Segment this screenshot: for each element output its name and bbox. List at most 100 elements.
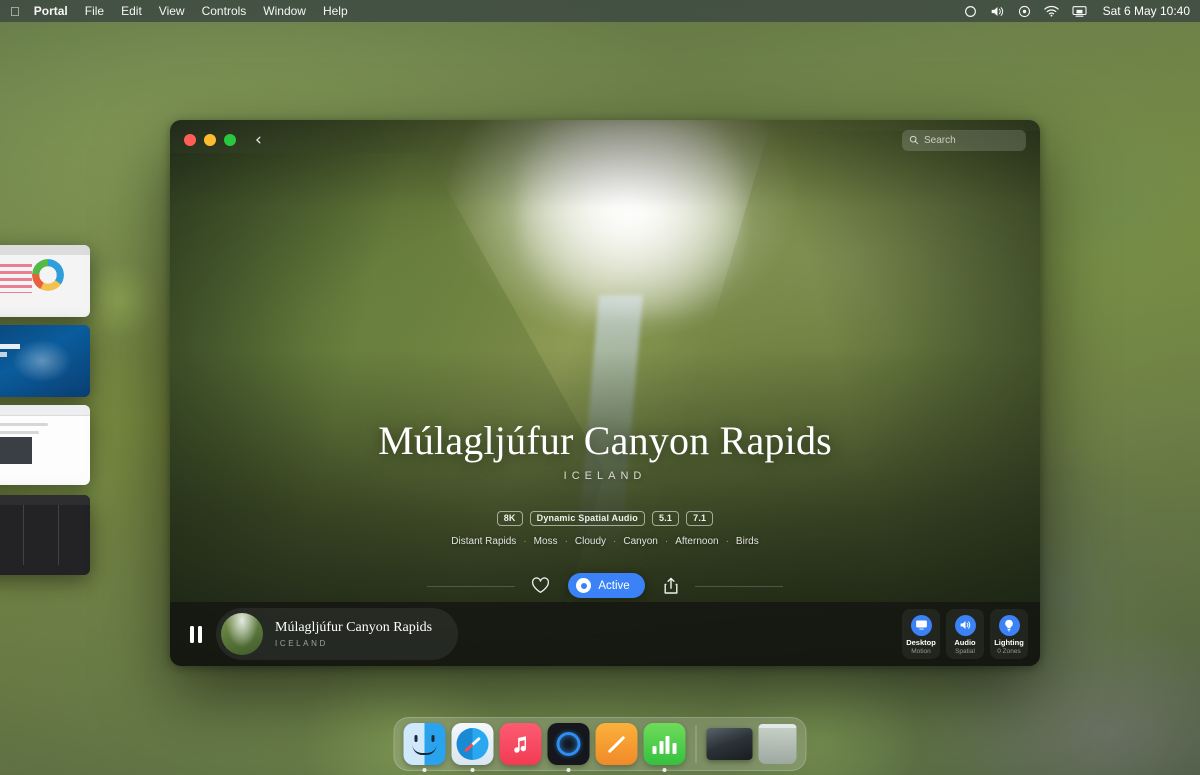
apple-logo-icon[interactable]:  [10,5,20,18]
tag-separator: · [523,536,527,547]
tile-label: Lighting [994,637,1024,647]
badge-51: 5.1 [652,511,680,526]
preview-donut-chart [32,259,65,292]
dock [393,717,807,772]
tag-item: Afternoon [675,536,719,547]
dock-item-numbers[interactable] [643,723,686,772]
tile-sublabel: 0 Zones [997,648,1021,655]
dock-item-safari[interactable] [451,723,494,772]
finder-face [403,723,446,765]
pen-icon [607,735,626,753]
window-preview [0,405,90,485]
environment-hero: Múlagljúfur Canyon Rapids ICELAND 8K Dyn… [170,120,1040,666]
tile-sublabel: Spatial [955,648,975,655]
dock-item-notes[interactable] [595,723,638,765]
hero-action-row: Active [427,573,784,598]
share-icon[interactable] [663,577,679,595]
now-playing-bar: Múlagljúfur Canyon Rapids ICELAND Deskto… [170,602,1040,666]
tile-sublabel: Motion [911,648,931,655]
status-badge-active[interactable]: Active [568,573,645,598]
menu-item-controls[interactable]: Controls [202,4,247,18]
now-playing-card[interactable]: Múlagljúfur Canyon Rapids ICELAND [216,608,459,660]
tag-item: Birds [735,536,759,547]
minimized-window-keynote[interactable] [0,325,90,397]
menu-item-file[interactable]: File [85,4,104,18]
menu-item-portal[interactable]: Portal [34,4,68,18]
record-dot-icon [576,578,592,593]
tile-label: Audio [954,637,976,647]
tile-desktop[interactable]: Desktop Motion [902,609,940,659]
now-playing-text: Múlagljúfur Canyon Rapids ICELAND [275,620,432,647]
badge-spatial-audio: Dynamic Spatial Audio [529,511,646,526]
menubar-status-area: Sat 6 May 10:40 [964,4,1190,18]
now-playing-subtitle: ICELAND [275,638,328,648]
minimized-window-numbers[interactable] [0,245,90,317]
display-icon [910,614,932,636]
portal-app-window: ‹ Search Múlagljúfur Canyon Rapids ICELA… [170,120,1040,666]
dock-minimized-window[interactable] [706,728,753,760]
tile-lighting[interactable]: Lighting 0 Zones [990,609,1028,659]
minimized-window-safari[interactable] [0,405,90,485]
dock-item-portal[interactable] [547,723,590,772]
speaker-icon [954,614,976,636]
volume-icon[interactable] [990,5,1005,18]
compass-dial [456,728,489,760]
screen-mirroring-icon[interactable] [1072,5,1087,18]
trash-icon[interactable] [758,724,797,764]
tag-separator: · [613,536,617,547]
badge-71: 7.1 [686,511,714,526]
tag-separator: · [725,536,729,547]
focus-circle-icon[interactable] [964,5,977,18]
now-playing-title: Múlagljúfur Canyon Rapids [275,620,433,636]
preview-text-line [0,431,39,435]
finder-eye-left [414,735,418,742]
running-indicator [566,768,571,772]
window-preview [0,495,90,575]
tag-item: Distant Rapids [451,536,517,547]
feature-badges: 8K Dynamic Spatial Audio 5.1 7.1 [496,511,714,526]
wifi-icon[interactable] [1043,5,1059,17]
compass-needle [464,736,481,752]
tile-label: Desktop [906,637,936,647]
menu-item-view[interactable]: View [159,4,185,18]
page-title: Múlagljúfur Canyon Rapids [378,418,832,463]
portal-ring-icon [556,732,581,756]
preview-chart-bars [0,263,33,293]
preview-text-line [0,422,49,426]
menu-bar:  Portal File Edit View Controls Window … [0,0,1200,22]
tag-item: Moss [533,536,558,547]
running-indicator [470,768,475,772]
control-center-icon[interactable] [1018,5,1031,18]
page-subtitle: ICELAND [563,470,647,482]
preview-image [0,437,33,465]
menu-item-edit[interactable]: Edit [121,4,142,18]
dock-separator [695,725,697,763]
preview-column-divider [58,504,59,566]
menu-item-window[interactable]: Window [263,4,306,18]
preview-slide-image [10,337,74,385]
tag-item: Cloudy [574,536,607,547]
menubar-clock[interactable]: Sat 6 May 10:40 [1103,4,1190,18]
dock-item-music[interactable] [499,723,542,765]
badge-resolution: 8K [496,511,523,526]
window-preview [0,245,90,317]
preview-toolbar [0,495,90,505]
tile-audio[interactable]: Audio Spatial [946,609,984,659]
avatar [221,613,263,655]
running-indicator [422,768,427,772]
running-indicator [662,768,667,772]
tag-separator: · [664,536,669,547]
minimized-window-finder[interactable] [0,495,90,575]
dock-item-finder[interactable] [403,723,446,772]
finder-eye-right [431,735,435,742]
pause-icon[interactable] [184,621,208,647]
tag-separator: · [564,536,568,547]
tag-item: Canyon [623,536,658,547]
menu-item-help[interactable]: Help [323,4,348,18]
lightbulb-icon [998,614,1020,636]
tag-list: Distant Rapids · Moss · Cloudy · Canyon … [451,536,758,547]
active-label: Active [598,579,630,592]
finder-smile [412,745,437,755]
heart-icon[interactable] [531,577,550,594]
preview-column-divider [22,504,24,566]
